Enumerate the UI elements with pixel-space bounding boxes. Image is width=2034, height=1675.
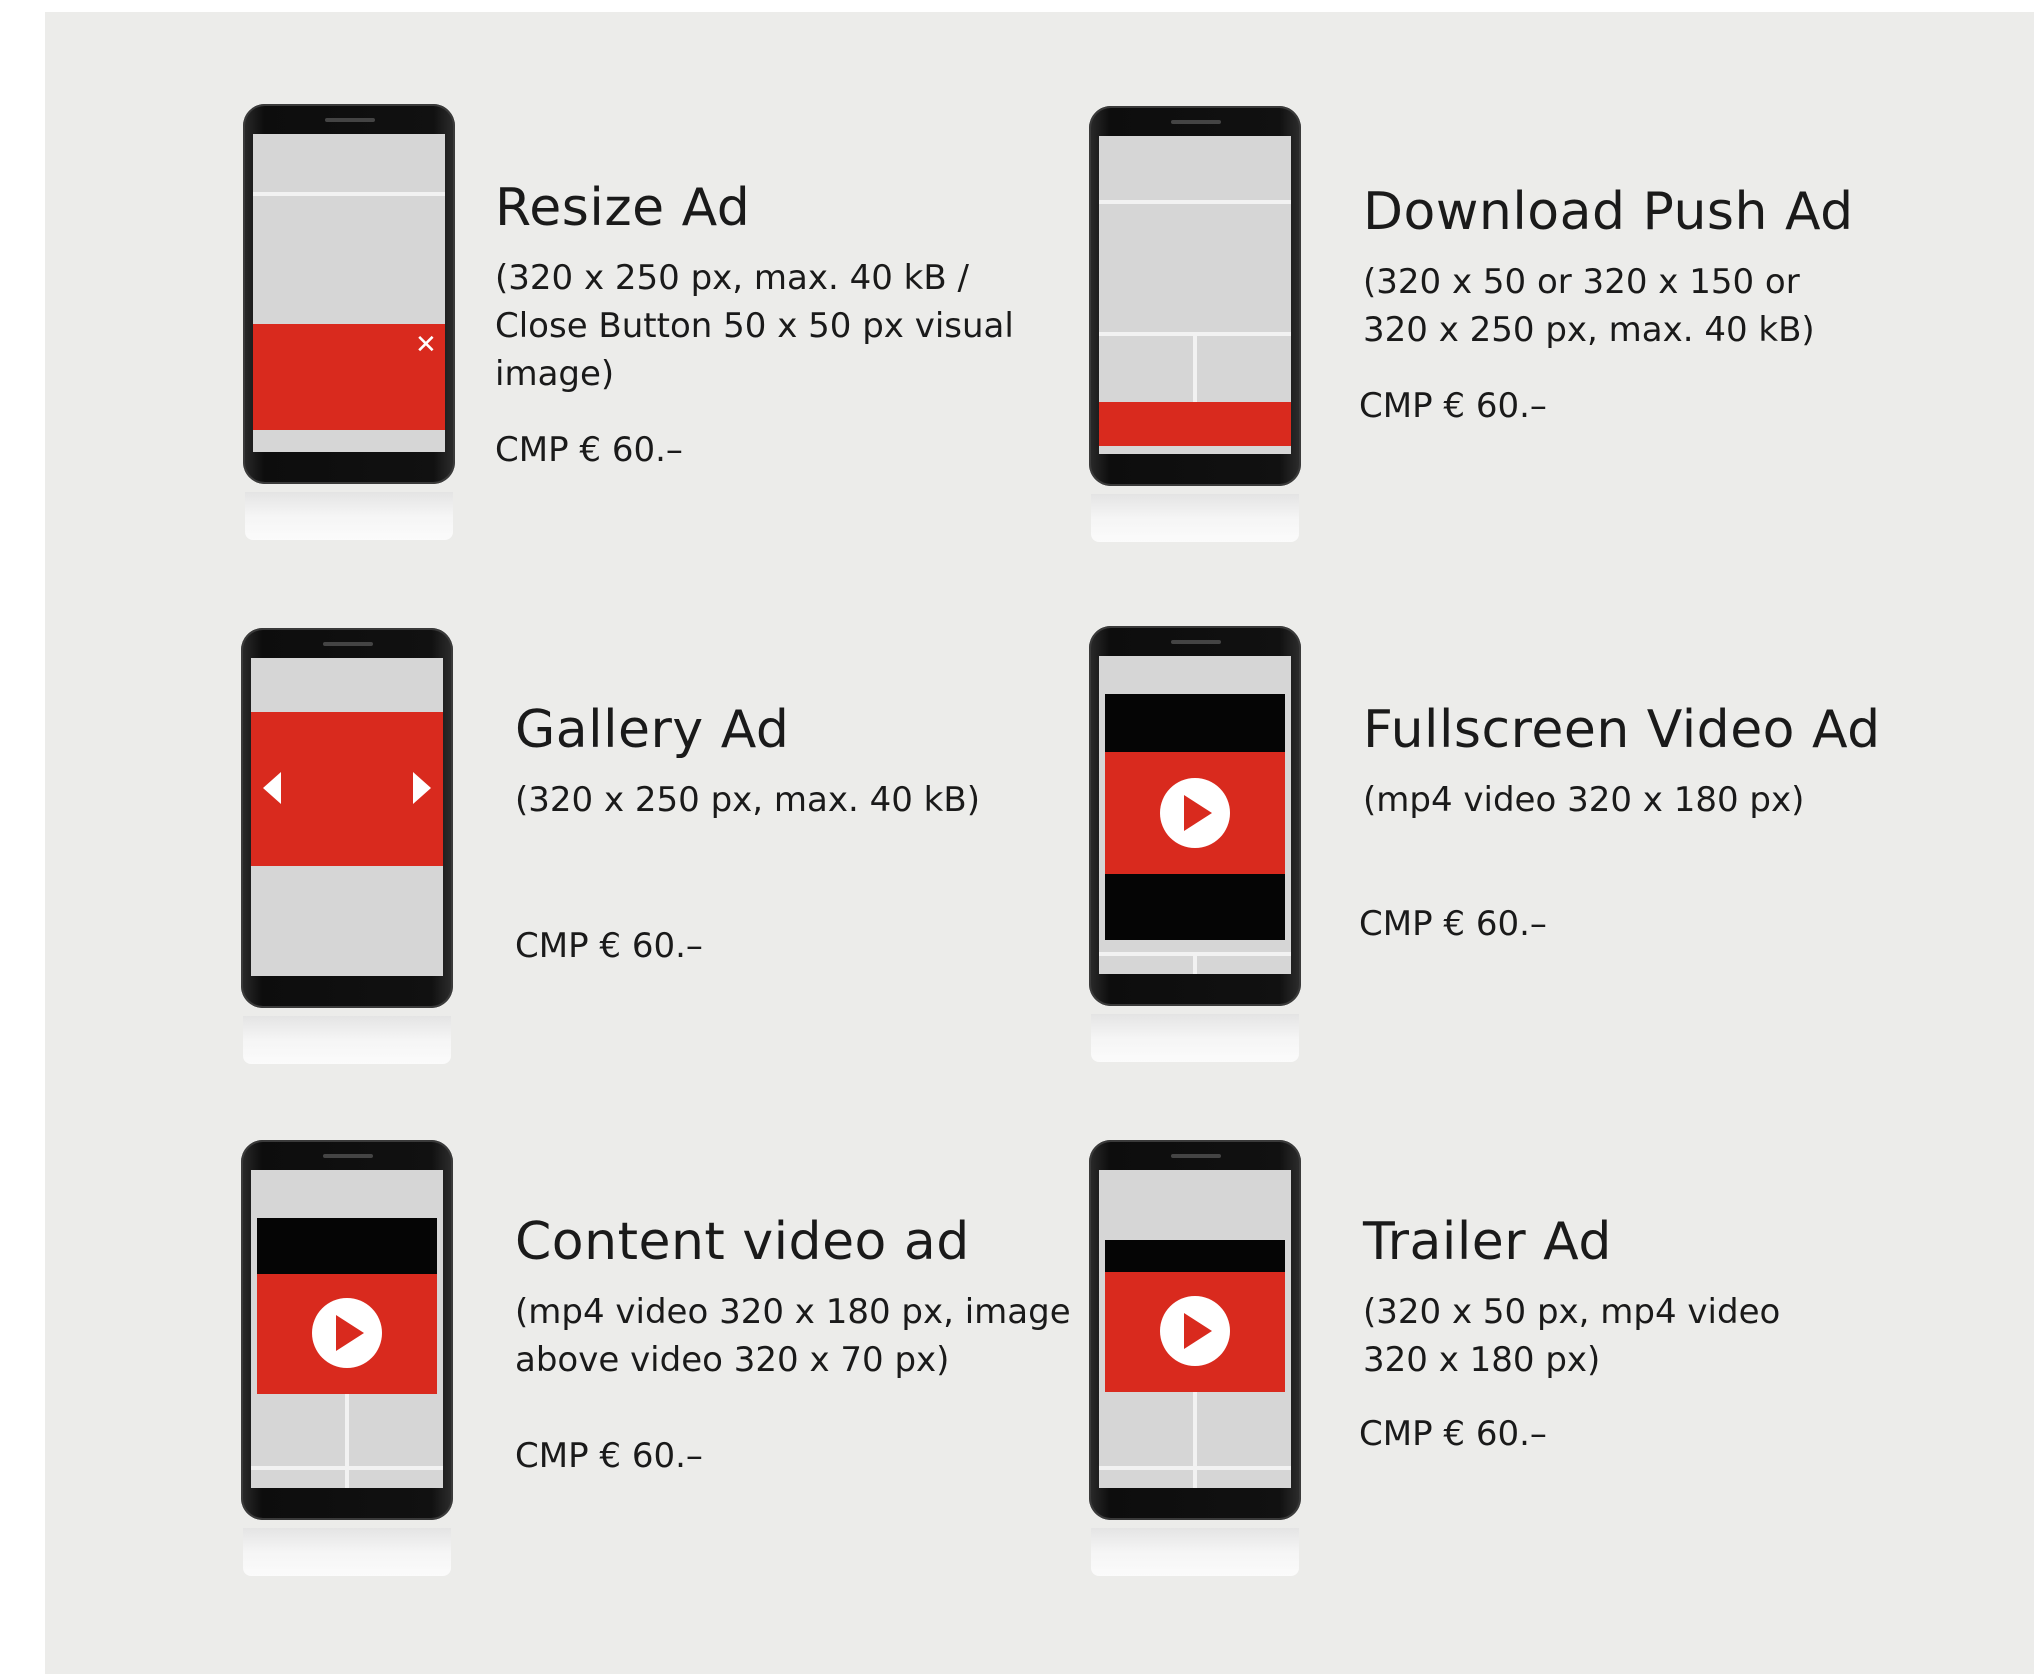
screen-divider [1193, 332, 1197, 402]
phone-reflection [1091, 1528, 1299, 1576]
arrow-right-icon [413, 772, 431, 804]
screen-divider [1193, 1392, 1197, 1488]
ad-spec-line: (320 x 250 px, max. 40 kB / [495, 258, 969, 298]
phone-reflection [243, 1016, 451, 1064]
ad-spec-line: (320 x 50 px, mp4 video [1363, 1292, 1781, 1332]
phone-speaker [1171, 120, 1221, 124]
screen-divider [345, 1394, 349, 1488]
phone-screen [251, 658, 443, 976]
ad-spec-line: (320 x 50 or 320 x 150 or [1363, 262, 1800, 302]
phone-speaker [1171, 1154, 1221, 1158]
screen-divider [253, 192, 445, 196]
ad-title: Content video ad [515, 1212, 970, 1272]
phone-screen [251, 1170, 443, 1488]
ad-price: CMP € 60.– [1359, 1414, 1547, 1454]
ad-spec-line: (mp4 video 320 x 180 px, image [515, 1292, 1071, 1332]
ad-title: Gallery Ad [515, 700, 790, 760]
arrow-left-icon [263, 772, 281, 804]
ad-text-block: Fullscreen Video Ad (mp4 video 320 x 180… [1359, 700, 2023, 948]
ad-price: CMP € 60.– [515, 1436, 703, 1476]
phone-illustration-fullscreen-video-ad [1089, 626, 1301, 1062]
ad-spec-line: 320 x 250 px, max. 40 kB) [1363, 310, 1815, 350]
phone-illustration-gallery-ad [241, 628, 453, 1064]
video-letterbox-top [1105, 694, 1285, 752]
ad-price: CMP € 60.– [495, 430, 683, 470]
ad-spec-line: above video 320 x 70 px) [515, 1340, 950, 1380]
ad-price: CMP € 60.– [1359, 904, 1547, 944]
screen-divider [1193, 952, 1197, 974]
phone-screen [1099, 136, 1291, 454]
ad-text-block: Gallery Ad (320 x 250 px, max. 40 kB) CM… [515, 700, 1115, 970]
ad-spec-line: Close Button 50 x 50 px visual [495, 306, 1014, 346]
phone-speaker [323, 642, 373, 646]
phone-illustration-download-push-ad [1089, 106, 1301, 542]
ad-text-block: Download Push Ad (320 x 50 or 320 x 150 … [1359, 182, 1963, 430]
ad-text-block: Trailer Ad (320 x 50 px, mp4 video 320 x… [1359, 1212, 1963, 1458]
ad-spec-line: (320 x 250 px, max. 40 kB) [515, 780, 980, 820]
play-icon [312, 1298, 382, 1368]
ad-text-block: Resize Ad (320 x 250 px, max. 40 kB / Cl… [495, 178, 1095, 474]
ad-title: Download Push Ad [1363, 182, 1854, 242]
phone-screen [1099, 1170, 1291, 1488]
download-push-banner [1099, 402, 1291, 446]
phone-speaker [325, 118, 375, 122]
phone-speaker [323, 1154, 373, 1158]
ad-title: Resize Ad [495, 178, 751, 238]
ad-price: CMP € 60.– [515, 926, 703, 966]
phone-illustration-resize-ad: ✕ [243, 104, 455, 540]
phone-reflection [1091, 1014, 1299, 1062]
phone-reflection [243, 1528, 451, 1576]
phone-screen: ✕ [253, 134, 445, 452]
close-icon: ✕ [415, 330, 437, 360]
phone-reflection [245, 492, 453, 540]
trailer-banner [1105, 1240, 1285, 1272]
screen-divider [1099, 200, 1291, 204]
phone-illustration-content-video-ad [241, 1140, 453, 1576]
play-icon [1160, 778, 1230, 848]
ad-formats-panel: ✕ Resize Ad (320 x 250 px, max. 40 kB / … [45, 12, 2034, 1674]
image-above-video [257, 1218, 437, 1274]
ad-spec-line: image) [495, 354, 615, 394]
ad-spec-line: 320 x 180 px) [1363, 1340, 1601, 1380]
ad-title: Trailer Ad [1363, 1212, 1612, 1272]
ad-spec-line: (mp4 video 320 x 180 px) [1363, 780, 1805, 820]
phone-reflection [1091, 494, 1299, 542]
play-icon [1160, 1296, 1230, 1366]
phone-illustration-trailer-ad [1089, 1140, 1301, 1576]
ad-title: Fullscreen Video Ad [1363, 700, 1881, 760]
phone-screen [1099, 656, 1291, 974]
ad-text-block: Content video ad (mp4 video 320 x 180 px… [515, 1212, 1135, 1480]
video-letterbox-bottom [1105, 874, 1285, 940]
ad-price: CMP € 60.– [1359, 386, 1547, 426]
phone-speaker [1171, 640, 1221, 644]
